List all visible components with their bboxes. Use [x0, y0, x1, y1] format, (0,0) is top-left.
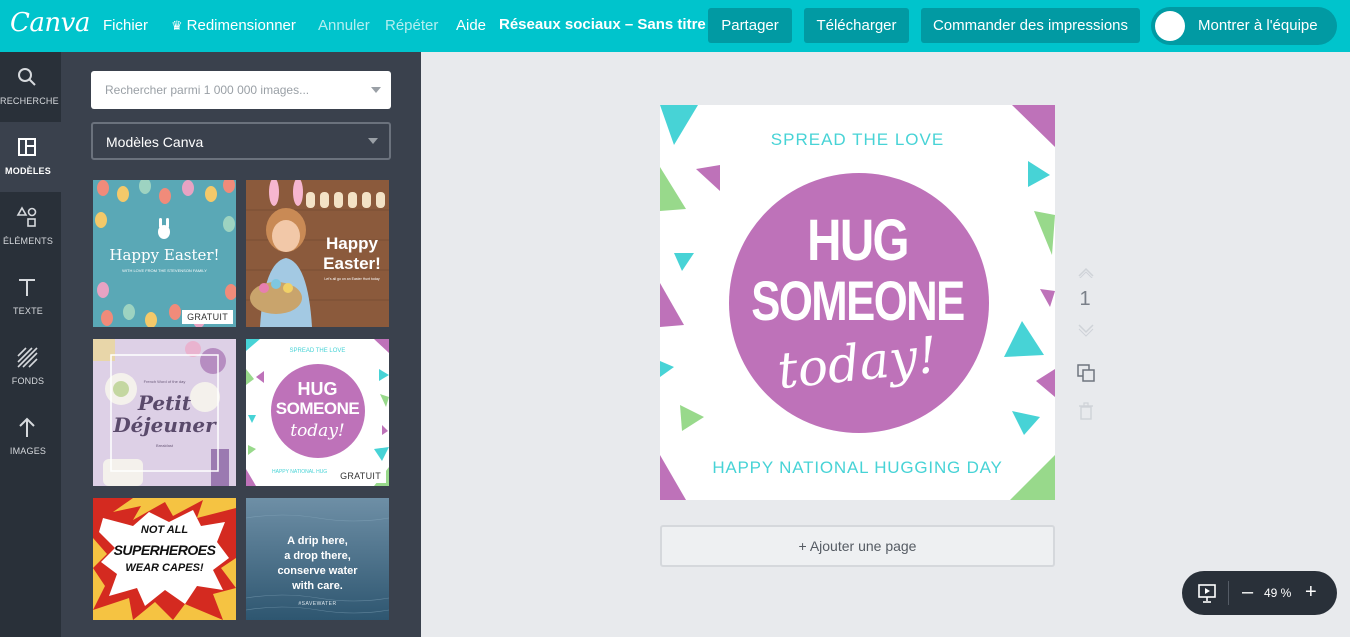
nav-search-label: RECHERCHE: [0, 96, 59, 106]
toggle-knob: [1155, 11, 1185, 41]
save-water-line4: with care.: [292, 580, 343, 592]
design-word-hug[interactable]: HUG: [696, 209, 1020, 273]
hug-thumb-word1: HUG: [297, 379, 338, 399]
easter-girl-subtitle: Let's all go on an Easter Hunt today: [324, 277, 380, 281]
free-badge: GRATUIT: [335, 469, 386, 483]
category-select[interactable]: Modèles Canva: [91, 122, 391, 160]
save-water-line1: A drip here,: [287, 535, 348, 547]
nav-images[interactable]: IMAGES: [0, 402, 61, 472]
hatch-icon: [17, 347, 38, 368]
page-number: 1: [1079, 288, 1091, 310]
nav-text[interactable]: TEXTE: [0, 262, 61, 332]
petit-dejeuner-title-2: Déjeuner: [113, 413, 216, 437]
free-badge: GRATUIT: [182, 310, 233, 324]
templates-panel: Modèles Canva Happy Easter! WITH LOVE FR…: [61, 52, 421, 637]
file-menu[interactable]: Fichier: [103, 17, 148, 34]
show-team-toggle[interactable]: Montrer à l'équipe: [1151, 7, 1337, 45]
save-water-line3: conserve water: [277, 565, 358, 577]
hug-thumb-word3: today!: [290, 421, 345, 441]
nav-elements[interactable]: ÉLÉMENTS: [0, 192, 61, 262]
upload-arrow-icon: [19, 417, 35, 437]
zoom-out-button[interactable]: –: [1242, 582, 1253, 602]
chevron-down-icon: [368, 138, 378, 144]
image-search-input[interactable]: [91, 71, 361, 109]
trash-icon[interactable]: [1078, 402, 1094, 420]
petit-dejeuner-subtitle: Breakfast: [156, 443, 173, 448]
petit-dejeuner-caption: French Word of the day: [143, 379, 186, 384]
shapes-icon: [16, 206, 37, 227]
hug-thumb-word2: SOMEONE: [275, 399, 360, 418]
easter-girl-title-1: Happy: [326, 234, 378, 253]
design-bottom-text[interactable]: HAPPY NATIONAL HUGGING DAY: [660, 458, 1055, 478]
share-button[interactable]: Partager: [708, 8, 792, 43]
canva-logo[interactable]: Canva: [10, 8, 90, 38]
category-select-value: Modèles Canva: [106, 134, 204, 150]
save-water-line2: a drop there,: [284, 550, 351, 562]
easter-eggs-title: Happy Easter!: [109, 246, 220, 264]
layout-icon: [18, 138, 36, 156]
zoom-in-button[interactable]: +: [1305, 582, 1317, 602]
zoom-separator: [1228, 581, 1229, 605]
superheroes-line3: WEAR CAPES!: [125, 562, 204, 574]
superheroes-line2: SUPERHEROES: [113, 542, 216, 558]
left-nav: RECHERCHE MODÈLES ÉLÉMENTS TEXTE FONDS I…: [0, 52, 61, 637]
hug-thumb-top: SPREAD THE LOVE: [289, 348, 346, 354]
page-up-chevron-icon[interactable]: [1077, 266, 1095, 278]
zoom-bar: – 49 % +: [1182, 571, 1337, 615]
design-top-text[interactable]: SPREAD THE LOVE: [660, 130, 1055, 150]
easter-eggs-subtitle: WITH LOVE FROM THE STEVENSON FAMILY: [122, 268, 207, 273]
template-petit-dejeuner[interactable]: French Word of the day Petit Déjeuner Br…: [93, 339, 236, 486]
order-prints-button[interactable]: Commander des impressions: [921, 8, 1140, 43]
nav-templates[interactable]: MODÈLES: [0, 122, 61, 192]
document-title[interactable]: Réseaux sociaux – Sans titre: [499, 16, 706, 33]
petit-dejeuner-title-1: Petit: [137, 391, 192, 415]
help-menu[interactable]: Aide: [456, 17, 486, 34]
presentation-icon[interactable]: [1196, 582, 1218, 604]
undo-button[interactable]: Annuler: [318, 17, 370, 34]
duplicate-page-icon[interactable]: [1076, 363, 1096, 383]
zoom-level[interactable]: 49 %: [1264, 586, 1291, 600]
template-save-water[interactable]: A drip here, a drop there, conserve wate…: [246, 498, 389, 620]
resize-label: Redimensionner: [186, 17, 296, 34]
nav-backgrounds-label: FONDS: [11, 376, 45, 386]
top-bar: Canva Fichier ♛ Redimensionner Annuler Ré…: [0, 0, 1350, 52]
nav-search[interactable]: RECHERCHE: [0, 52, 61, 122]
nav-templates-label: MODÈLES: [5, 166, 51, 176]
template-superheroes[interactable]: NOT ALL SUPERHEROES WEAR CAPES!: [93, 498, 236, 620]
show-team-label: Montrer à l'équipe: [1198, 17, 1318, 34]
search-icon: [18, 68, 36, 86]
hug-thumb-bottom: HAPPY NATIONAL HUG: [272, 469, 328, 475]
save-water-hashtag: #SAVEWATER: [298, 601, 337, 607]
nav-images-label: IMAGES: [9, 446, 47, 456]
design-canvas[interactable]: SPREAD THE LOVE HUG SOMEONE today! HAPPY…: [660, 105, 1055, 500]
add-page-button[interactable]: + Ajouter une page: [660, 525, 1055, 567]
nav-text-label: TEXTE: [12, 306, 43, 316]
nav-elements-label: ÉLÉMENTS: [2, 236, 54, 246]
superheroes-artwork: [93, 498, 236, 620]
download-button[interactable]: Télécharger: [804, 8, 909, 43]
superheroes-line1: NOT ALL: [140, 524, 189, 536]
search-dropdown-caret-icon[interactable]: [371, 87, 381, 93]
easter-girl-title-2: Easter!: [323, 254, 381, 273]
template-easter-eggs[interactable]: Happy Easter! WITH LOVE FROM THE STEVENS…: [93, 180, 236, 327]
template-hug-someone[interactable]: SPREAD THE LOVE HUG SOMEONE today! HAPPY…: [246, 339, 389, 486]
template-easter-girl[interactable]: Happy Easter! Let's all go on an Easter …: [246, 180, 389, 327]
nav-backgrounds[interactable]: FONDS: [0, 332, 61, 402]
text-icon: [19, 279, 35, 296]
page-down-chevron-icon[interactable]: [1077, 323, 1095, 337]
resize-button[interactable]: ♛ Redimensionner: [171, 17, 296, 34]
redo-button[interactable]: Répéter: [385, 17, 438, 34]
crown-icon: ♛: [171, 18, 183, 33]
image-search: [91, 71, 391, 109]
